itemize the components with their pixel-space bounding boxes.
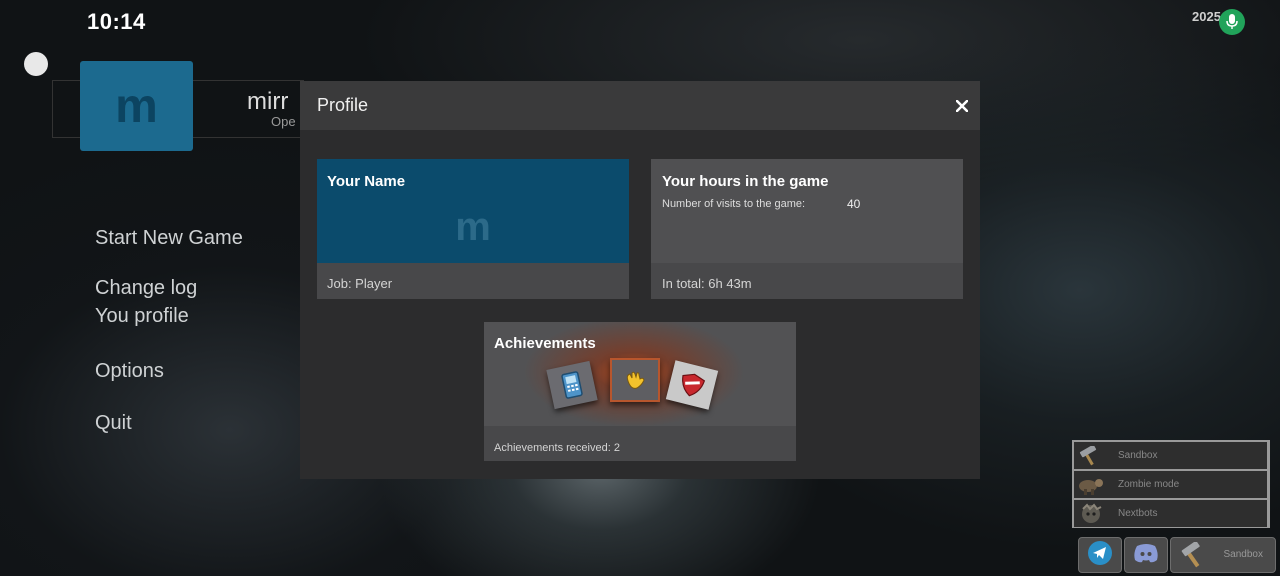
- achievements-received: Achievements received: 2: [494, 442, 620, 454]
- menu-change-log[interactable]: Change log: [95, 277, 197, 300]
- hammer-icon: [1074, 442, 1108, 469]
- modal-title: Profile: [317, 95, 369, 115]
- microphone-icon[interactable]: [1219, 9, 1245, 35]
- mode-sandbox[interactable]: Sandbox: [1074, 442, 1267, 469]
- floating-dot[interactable]: [24, 52, 48, 76]
- modal-header: Profile: [300, 81, 980, 130]
- telegram-button[interactable]: [1078, 537, 1122, 573]
- menu-options[interactable]: Options: [95, 360, 164, 383]
- user-status: Ope: [271, 114, 296, 129]
- job-label: Job: Player: [327, 276, 393, 291]
- discord-icon: [1133, 542, 1159, 569]
- menu-start-new-game[interactable]: Start New Game: [95, 227, 243, 250]
- hammer-icon: [1179, 540, 1209, 573]
- achievements-title: Achievements: [494, 335, 596, 352]
- mode-zombie-label: Zombie mode: [1118, 479, 1180, 490]
- profile-modal: Profile Your Name m Job: Player Your hou…: [300, 81, 980, 479]
- nextbot-icon: [1074, 500, 1108, 527]
- close-icon[interactable]: [951, 95, 973, 117]
- sandbox-button-label: Sandbox: [1223, 549, 1263, 560]
- telegram-icon: [1087, 540, 1113, 571]
- visits-label: Number of visits to the game:: [662, 198, 806, 210]
- game-mode-list: Sandbox Zombie mode Nextbots: [1072, 440, 1270, 528]
- achievements-card: Achievements Achievements received: 2: [484, 322, 796, 461]
- phone-icon[interactable]: [546, 360, 598, 410]
- name-card-title: Your Name: [327, 173, 406, 190]
- sandbox-button[interactable]: Sandbox: [1170, 537, 1276, 573]
- waving-hand-icon[interactable]: [610, 358, 660, 402]
- mode-nextbots[interactable]: Nextbots: [1074, 500, 1267, 527]
- menu-quit[interactable]: Quit: [95, 412, 132, 435]
- name-card: Your Name m Job: Player: [317, 159, 629, 299]
- name-card-initial: m: [455, 205, 491, 249]
- name-card-header: Your Name m: [317, 159, 629, 263]
- hours-card: Your hours in the game Number of visits …: [651, 159, 963, 299]
- status-time: 10:14: [87, 9, 146, 34]
- avatar-initial: m: [115, 79, 158, 133]
- visits-value: 40: [847, 197, 861, 211]
- achievements-header: Achievements: [484, 322, 796, 426]
- zombie-icon: [1074, 471, 1108, 498]
- mode-nextbots-label: Nextbots: [1118, 508, 1158, 519]
- hours-card-header: Your hours in the game Number of visits …: [651, 159, 963, 263]
- shield-icon[interactable]: [665, 360, 719, 410]
- avatar[interactable]: m: [80, 61, 193, 151]
- mode-sandbox-label: Sandbox: [1118, 450, 1158, 461]
- user-name: mirr: [247, 88, 289, 115]
- discord-button[interactable]: [1124, 537, 1168, 573]
- mode-zombie[interactable]: Zombie mode: [1074, 471, 1267, 498]
- menu-you-profile[interactable]: You profile: [95, 305, 189, 328]
- total-hours: In total: 6h 43m: [662, 276, 752, 291]
- hours-card-title: Your hours in the game: [662, 173, 829, 190]
